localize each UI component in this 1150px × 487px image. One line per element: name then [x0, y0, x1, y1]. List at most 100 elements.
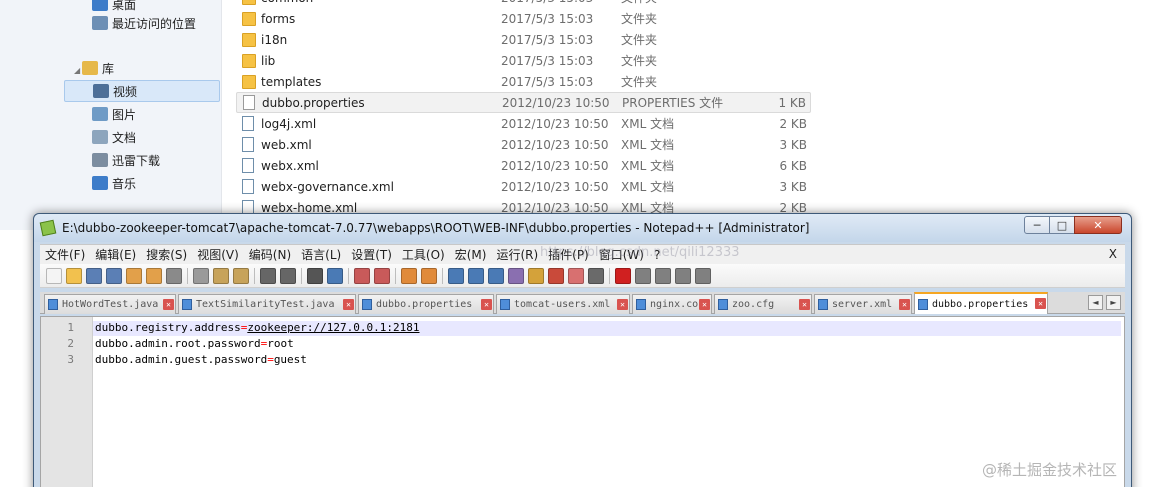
toolbar-separator [254, 267, 255, 284]
copy-icon[interactable] [213, 267, 229, 284]
nav-item-label: 最近访问的位置 [112, 16, 197, 31]
file-row[interactable]: webx.xml 2012/10/23 10:50 XML 文档 6 KB [236, 155, 811, 176]
save-all-icon[interactable] [106, 267, 122, 284]
user-language-icon[interactable] [508, 267, 524, 284]
playback-icon[interactable] [655, 267, 671, 284]
close-file-icon[interactable] [126, 267, 142, 284]
download-folder-icon [92, 153, 108, 167]
file-row[interactable]: templates 2017/5/3 15:03 文件夹 [236, 71, 811, 92]
nav-item-recent-places[interactable]: 最近访问的位置 [64, 12, 220, 34]
file-date: 2017/5/3 15:03 [501, 11, 594, 26]
tab-close-icon[interactable]: ✕ [163, 299, 174, 310]
document-tab[interactable]: TextSimilarityTest.java ✕ [178, 294, 356, 314]
menu-item[interactable]: 语言(L) [296, 246, 346, 263]
function-list-icon[interactable] [548, 267, 564, 284]
save-icon[interactable] [86, 267, 102, 284]
file-row[interactable]: common 2017/5/3 15:03 文件夹 [236, 0, 811, 8]
nav-item-pictures[interactable]: 图片 [64, 103, 220, 125]
file-row[interactable]: i18n 2017/5/3 15:03 文件夹 [236, 29, 811, 50]
monitoring-icon[interactable] [588, 267, 604, 284]
indent-guide-icon[interactable] [488, 267, 504, 284]
menu-item[interactable]: 编码(N) [244, 246, 296, 263]
xml-file-icon [242, 116, 254, 131]
zoom-in-icon[interactable] [354, 267, 370, 284]
menu-item[interactable]: 编辑(E) [90, 246, 141, 263]
tab-close-icon[interactable]: ✕ [799, 299, 810, 310]
folder-workspace-icon[interactable] [568, 267, 584, 284]
tab-close-icon[interactable]: ✕ [1035, 298, 1046, 309]
nav-item-documents[interactable]: 文档 [64, 126, 220, 148]
xml-file-icon [242, 137, 254, 152]
tab-label: server.xml [832, 299, 893, 310]
tab-scroll-right-button[interactable]: ► [1106, 295, 1121, 310]
document-tab[interactable]: zoo.cfg ✕ [714, 294, 812, 314]
screen: ◢ 桌面最近访问的位置库视频图片文档迅雷下载音乐 common2017/5/3 … [0, 0, 1150, 487]
nav-item-download-folder[interactable]: 迅雷下载 [64, 149, 220, 171]
record-macro-icon[interactable] [615, 267, 631, 284]
find-icon[interactable] [307, 267, 323, 284]
sync-vertical-icon[interactable] [401, 267, 417, 284]
close-document-button[interactable]: X [1109, 247, 1117, 261]
file-row[interactable]: dubbo.properties 2012/10/23 10:50 PROPERTI… [236, 92, 811, 113]
file-saved-icon [818, 299, 828, 310]
document-tab[interactable]: nginx.conf ✕ [632, 294, 712, 314]
new-file-icon[interactable] [46, 267, 62, 284]
title-bar[interactable]: E:\dubbo-zookeeper-tomcat7\apache-tomcat… [34, 214, 1131, 242]
document-tab[interactable]: tomcat-users.xml ✕ [496, 294, 630, 314]
file-row[interactable]: log4j.xml 2012/10/23 10:50 XML 文档 2 KB [236, 113, 811, 134]
text-editor[interactable]: 123 dubbo.registry.address=zookeeper://1… [40, 316, 1125, 487]
replace-icon[interactable] [327, 267, 343, 284]
open-file-icon[interactable] [66, 267, 82, 284]
document-tab-bar: ◄ ► HotWordTest.java ✕ TextSimilarityTest.… [40, 292, 1125, 314]
menu-item[interactable]: 宏(M) [450, 246, 492, 263]
print-icon[interactable] [166, 267, 182, 284]
sync-horizontal-icon[interactable] [421, 267, 437, 284]
cut-icon[interactable] [193, 267, 209, 284]
document-tab[interactable]: dubbo.properties ✕ [358, 294, 494, 314]
nav-item-video[interactable]: 视频 [64, 80, 220, 102]
toolbar-separator [395, 267, 396, 284]
file-row[interactable]: forms 2017/5/3 15:03 文件夹 [236, 8, 811, 29]
run-macro-multiple-icon[interactable] [675, 267, 691, 284]
maximize-button[interactable]: □ [1049, 216, 1075, 234]
paste-icon[interactable] [233, 267, 249, 284]
tab-close-icon[interactable]: ✕ [617, 299, 628, 310]
menu-item[interactable]: 设置(T) [346, 246, 397, 263]
close-button[interactable]: ✕ [1074, 216, 1122, 234]
menu-item[interactable]: 工具(O) [397, 246, 450, 263]
minimize-button[interactable]: ─ [1024, 216, 1050, 234]
document-tab[interactable]: server.xml ✕ [814, 294, 912, 314]
save-macro-icon[interactable] [695, 267, 711, 284]
menu-item[interactable]: 运行(R) [491, 246, 543, 263]
show-all-chars-icon[interactable] [468, 267, 484, 284]
menu-item[interactable]: 文件(F) [40, 246, 90, 263]
file-list: common 2017/5/3 15:03 文件夹 forms 2017/5/3 15:… [236, 0, 836, 230]
document-tab[interactable]: HotWordTest.java ✕ [44, 294, 176, 314]
file-row[interactable]: web.xml 2012/10/23 10:50 XML 文档 3 KB [236, 134, 811, 155]
tab-scroll-left-button[interactable]: ◄ [1088, 295, 1103, 310]
nav-item-music[interactable]: 音乐 [64, 172, 220, 194]
file-saved-icon [636, 299, 646, 310]
close-all-icon[interactable] [146, 267, 162, 284]
zoom-out-icon[interactable] [374, 267, 390, 284]
menu-item[interactable]: 视图(V) [192, 246, 244, 263]
stop-recording-icon[interactable] [635, 267, 651, 284]
tab-close-icon[interactable]: ✕ [899, 299, 910, 310]
video-icon [93, 84, 109, 98]
menu-item[interactable]: 搜索(S) [141, 246, 192, 263]
document-tab[interactable]: dubbo.properties ✕ [914, 292, 1048, 314]
redo-icon[interactable] [280, 267, 296, 284]
file-row[interactable]: webx-governance.xml 2012/10/23 10:50 XML 文… [236, 176, 811, 197]
doc-map-icon[interactable] [528, 267, 544, 284]
nav-item-library[interactable]: 库 [64, 57, 220, 79]
tab-close-icon[interactable]: ✕ [699, 299, 710, 310]
word-wrap-icon[interactable] [448, 267, 464, 284]
file-row[interactable]: lib 2017/5/3 15:03 文件夹 [236, 50, 811, 71]
file-date: 2012/10/23 10:50 [501, 158, 609, 173]
file-explorer-window: ◢ 桌面最近访问的位置库视频图片文档迅雷下载音乐 common2017/5/3 … [0, 0, 1150, 230]
property-key: dubbo.admin.guest.password [95, 353, 268, 366]
tab-close-icon[interactable]: ✕ [481, 299, 492, 310]
undo-icon[interactable] [260, 267, 276, 284]
file-name: templates [261, 74, 322, 89]
tab-close-icon[interactable]: ✕ [343, 299, 354, 310]
